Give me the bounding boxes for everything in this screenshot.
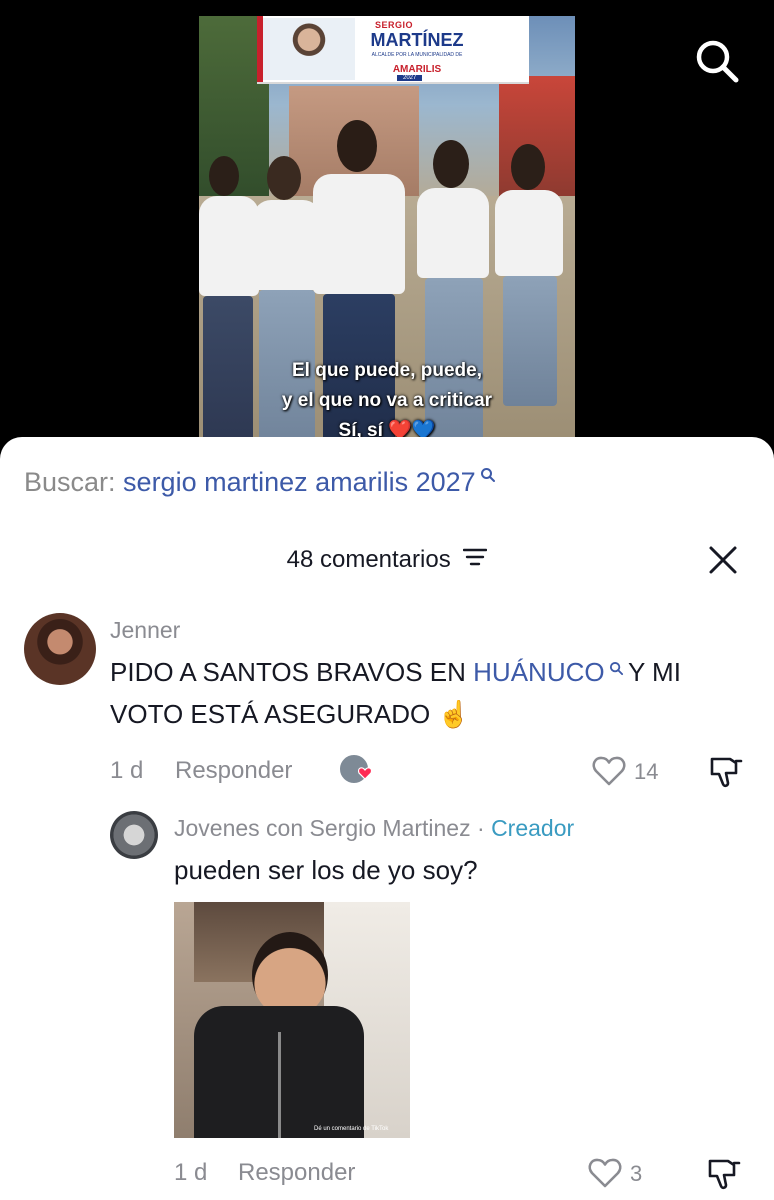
gif-watermark: Dé un comentario de TikTok	[314, 1126, 389, 1132]
reply-username-line: Jovenes con Sergio Martinez · Creador	[174, 815, 574, 842]
person-head	[209, 156, 239, 196]
separator: ·	[477, 815, 485, 841]
creator-liked-badge	[338, 753, 374, 787]
heart-icon	[588, 1158, 622, 1188]
hashtag-link[interactable]: HUÁNUCO	[473, 657, 604, 687]
like-count: 3	[630, 1161, 643, 1186]
search-icon	[605, 661, 628, 680]
avatar[interactable]	[110, 811, 158, 859]
close-button[interactable]	[708, 545, 738, 575]
search-icon	[476, 468, 496, 487]
comment-text-part: PIDO A SANTOS BRAVOS EN	[110, 657, 474, 687]
comment-text: PIDO A SANTOS BRAVOS EN HUÁNUCO Y MI VOT…	[110, 651, 750, 735]
close-icon	[709, 546, 737, 574]
dislike-icon	[708, 1159, 741, 1190]
campaign-banner: SERGIO MARTÍNEZ ALCALDE POR LA MUNICIPAL…	[257, 16, 529, 84]
heart-icon	[592, 756, 626, 786]
reply-time: 1 d	[174, 1159, 208, 1186]
like-button[interactable]	[592, 755, 626, 787]
reply-username[interactable]: Jovenes con Sergio Martinez	[174, 815, 471, 841]
search-prefix: Buscar:	[24, 467, 124, 497]
search-term[interactable]: sergio martinez amarilis 2027	[123, 467, 476, 497]
comments-header: 48 comentarios	[0, 545, 774, 574]
dislike-button[interactable]	[706, 1155, 742, 1191]
video-caption: El que puede, puede, y el que no va a cr…	[199, 356, 575, 446]
search-button[interactable]	[692, 36, 742, 86]
gif-zipper	[278, 1032, 281, 1138]
person-head	[267, 156, 301, 200]
person-shirt	[495, 190, 563, 276]
caption-line: y el que no va a criticar	[281, 390, 493, 411]
reply-button[interactable]: Responder	[238, 1159, 355, 1187]
banner-subtitle: ALCALDE POR LA MUNICIPALIDAD DE	[371, 52, 463, 58]
search-suggestion[interactable]: Buscar: sergio martinez amarilis 2027	[24, 467, 496, 498]
video-frame[interactable]: SERGIO MARTÍNEZ ALCALDE POR LA MUNICIPAL…	[199, 16, 575, 460]
comments-sheet: Buscar: sergio martinez amarilis 2027 48…	[0, 437, 774, 1200]
dislike-icon	[710, 757, 743, 788]
person-shirt	[313, 174, 405, 294]
video-player[interactable]: SERGIO MARTÍNEZ ALCALDE POR LA MUNICIPAL…	[0, 0, 774, 460]
candidate-photo	[263, 18, 355, 80]
person-shirt	[417, 188, 489, 278]
caption-line: El que puede, puede,	[291, 360, 483, 381]
search-icon	[696, 40, 739, 83]
person-head	[337, 120, 377, 172]
reply-button[interactable]: Responder	[175, 757, 292, 785]
reply-gif[interactable]: Dé un comentario de TikTok	[174, 902, 410, 1138]
dislike-button[interactable]	[708, 753, 744, 789]
banner-first-name: SERGIO	[375, 20, 414, 30]
filter-icon[interactable]	[463, 546, 488, 574]
person-head	[433, 140, 469, 188]
reply-text: pueden ser los de yo soy?	[174, 855, 478, 885]
person-head	[511, 144, 545, 190]
like-button[interactable]	[588, 1157, 622, 1189]
creator-badge: Creador	[491, 815, 575, 841]
comment-time: 1 d	[110, 757, 144, 784]
avatar[interactable]	[24, 613, 96, 685]
like-count: 14	[634, 759, 659, 784]
banner-year: 2027	[397, 75, 423, 81]
comment-username[interactable]: Jenner	[110, 617, 180, 644]
banner-last-name: MARTÍNEZ	[370, 30, 464, 50]
banner-place: AMARILIS	[392, 64, 442, 75]
comments-count: 48 comentarios	[286, 545, 451, 573]
